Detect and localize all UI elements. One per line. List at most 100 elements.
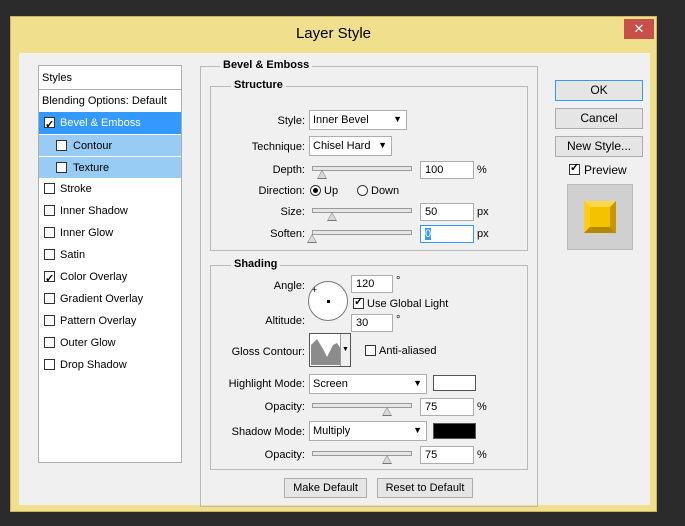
shadow-opacity-slider[interactable] xyxy=(312,451,412,456)
depth-label: Depth: xyxy=(272,164,305,176)
depth-slider-thumb[interactable] xyxy=(317,170,327,179)
direction-up-radio[interactable] xyxy=(310,185,321,196)
altitude-input[interactable]: 30 xyxy=(351,314,393,332)
blending-options-label: Blending Options: Default xyxy=(42,95,167,107)
bevel-emboss-group-title: Bevel & Emboss xyxy=(220,59,313,71)
blending-options-item[interactable]: Blending Options: Default xyxy=(39,90,181,112)
styles-header[interactable]: Styles xyxy=(39,66,181,90)
list-item-inner-shadow[interactable]: Inner Shadow xyxy=(39,200,181,222)
depth-slider[interactable] xyxy=(312,166,412,171)
make-default-button[interactable]: Make Default xyxy=(284,478,367,498)
highlight-opacity-thumb[interactable] xyxy=(382,407,392,416)
list-item-satin[interactable]: Satin xyxy=(39,244,181,266)
outer-glow-checkbox[interactable] xyxy=(44,337,55,348)
gloss-contour-picker[interactable]: ▼ xyxy=(309,333,351,367)
gradient-overlay-label: Gradient Overlay xyxy=(60,293,144,305)
angle-input[interactable]: 120 xyxy=(351,275,393,293)
highlight-opacity-unit: % xyxy=(477,401,487,413)
list-item-bevel-emboss[interactable]: Bevel & Emboss xyxy=(39,112,181,136)
style-value: Inner Bevel xyxy=(313,114,369,126)
altitude-label: Altitude: xyxy=(265,315,305,327)
contour-label: Contour xyxy=(73,140,113,152)
bevel-emboss-checkbox[interactable] xyxy=(44,114,55,136)
direction-down-radio[interactable] xyxy=(357,185,368,196)
shading-title: Shading xyxy=(231,258,281,270)
soften-input[interactable]: 0 xyxy=(420,225,474,243)
global-light-checkbox[interactable] xyxy=(353,295,364,309)
depth-unit: % xyxy=(477,164,487,176)
highlight-color-swatch[interactable] xyxy=(433,375,476,391)
reset-default-button[interactable]: Reset to Default xyxy=(377,478,473,498)
pattern-overlay-checkbox[interactable] xyxy=(44,315,55,326)
color-overlay-label: Color Overlay xyxy=(60,271,128,283)
list-item-inner-glow[interactable]: Inner Glow xyxy=(39,222,181,244)
depth-value: 100 xyxy=(425,164,444,176)
new-style-button[interactable]: New Style... xyxy=(555,136,643,157)
inner-glow-checkbox[interactable] xyxy=(44,227,55,238)
stroke-checkbox[interactable] xyxy=(44,183,55,194)
shadow-opacity-input[interactable]: 75 xyxy=(420,446,474,464)
anti-aliased-checkbox[interactable] xyxy=(365,345,376,356)
style-select[interactable]: Inner Bevel ▼ xyxy=(309,110,407,130)
depth-input[interactable]: 100 xyxy=(420,161,474,179)
list-item-gradient-overlay[interactable]: Gradient Overlay xyxy=(39,288,181,310)
preview-thumbnail xyxy=(567,184,633,250)
highlight-opacity-slider[interactable] xyxy=(312,403,412,408)
chevron-down-icon: ▼ xyxy=(413,425,422,435)
color-overlay-checkbox[interactable] xyxy=(44,268,55,290)
inner-shadow-label: Inner Shadow xyxy=(60,205,128,217)
layer-style-dialog: Layer Style ✕ Styles Blending Options: D… xyxy=(10,16,657,512)
highlight-mode-select[interactable]: Screen ▼ xyxy=(309,374,427,394)
contour-checkbox[interactable] xyxy=(56,140,67,151)
list-item-texture[interactable]: Texture xyxy=(39,156,181,178)
list-item-contour[interactable]: Contour xyxy=(39,134,181,156)
shadow-opacity-label: Opacity: xyxy=(264,449,305,461)
size-slider-thumb[interactable] xyxy=(327,212,337,221)
list-item-color-overlay[interactable]: Color Overlay xyxy=(39,266,181,290)
satin-label: Satin xyxy=(60,249,86,261)
technique-select[interactable]: Chisel Hard ▼ xyxy=(309,136,392,156)
title-bar: Layer Style ✕ xyxy=(11,17,656,51)
size-input[interactable]: 50 xyxy=(420,203,474,221)
inner-shadow-checkbox[interactable] xyxy=(44,205,55,216)
chevron-down-icon[interactable]: ▼ xyxy=(340,334,350,366)
chevron-down-icon: ▼ xyxy=(393,114,402,124)
direction-label: Direction: xyxy=(258,185,305,197)
gradient-overlay-checkbox[interactable] xyxy=(44,293,55,304)
chevron-down-icon: ▼ xyxy=(413,378,422,388)
cancel-button[interactable]: Cancel xyxy=(555,108,643,129)
angle-dial[interactable]: + xyxy=(308,281,348,321)
shadow-color-swatch[interactable] xyxy=(433,423,476,439)
list-item-outer-glow[interactable]: Outer Glow xyxy=(39,332,181,354)
size-label: Size: xyxy=(280,206,305,218)
highlight-mode-label: Highlight Mode: xyxy=(228,378,305,390)
list-item-drop-shadow[interactable]: Drop Shadow xyxy=(39,354,181,376)
chevron-down-icon: ▼ xyxy=(378,140,387,150)
shadow-opacity-thumb[interactable] xyxy=(382,455,392,464)
anti-aliased-label: Anti-aliased xyxy=(379,345,437,357)
preview-checkbox[interactable] xyxy=(569,161,580,175)
drop-shadow-checkbox[interactable] xyxy=(44,359,55,370)
shadow-mode-select[interactable]: Multiply ▼ xyxy=(309,421,427,441)
altitude-degree: ° xyxy=(396,314,401,326)
preview-label: Preview xyxy=(584,163,627,177)
global-light-label: Use Global Light xyxy=(367,298,449,310)
list-item-stroke[interactable]: Stroke xyxy=(39,178,181,200)
close-button[interactable]: ✕ xyxy=(624,19,654,39)
styles-list: Styles Blending Options: Default Bevel &… xyxy=(38,65,182,463)
altitude-value: 30 xyxy=(356,317,369,329)
outer-glow-label: Outer Glow xyxy=(60,337,116,349)
drop-shadow-label: Drop Shadow xyxy=(60,359,127,371)
ok-button[interactable]: OK xyxy=(555,80,643,101)
satin-checkbox[interactable] xyxy=(44,249,55,260)
angle-dial-center xyxy=(327,300,330,303)
dialog-title: Layer Style xyxy=(295,25,372,42)
texture-label: Texture xyxy=(73,162,110,174)
texture-checkbox[interactable] xyxy=(56,162,67,173)
highlight-opacity-input[interactable]: 75 xyxy=(420,398,474,416)
highlight-opacity-label: Opacity: xyxy=(264,401,305,413)
soften-slider[interactable] xyxy=(312,230,412,235)
list-item-pattern-overlay[interactable]: Pattern Overlay xyxy=(39,310,181,332)
style-label: Style: xyxy=(277,115,305,127)
soften-slider-thumb[interactable] xyxy=(307,234,317,243)
